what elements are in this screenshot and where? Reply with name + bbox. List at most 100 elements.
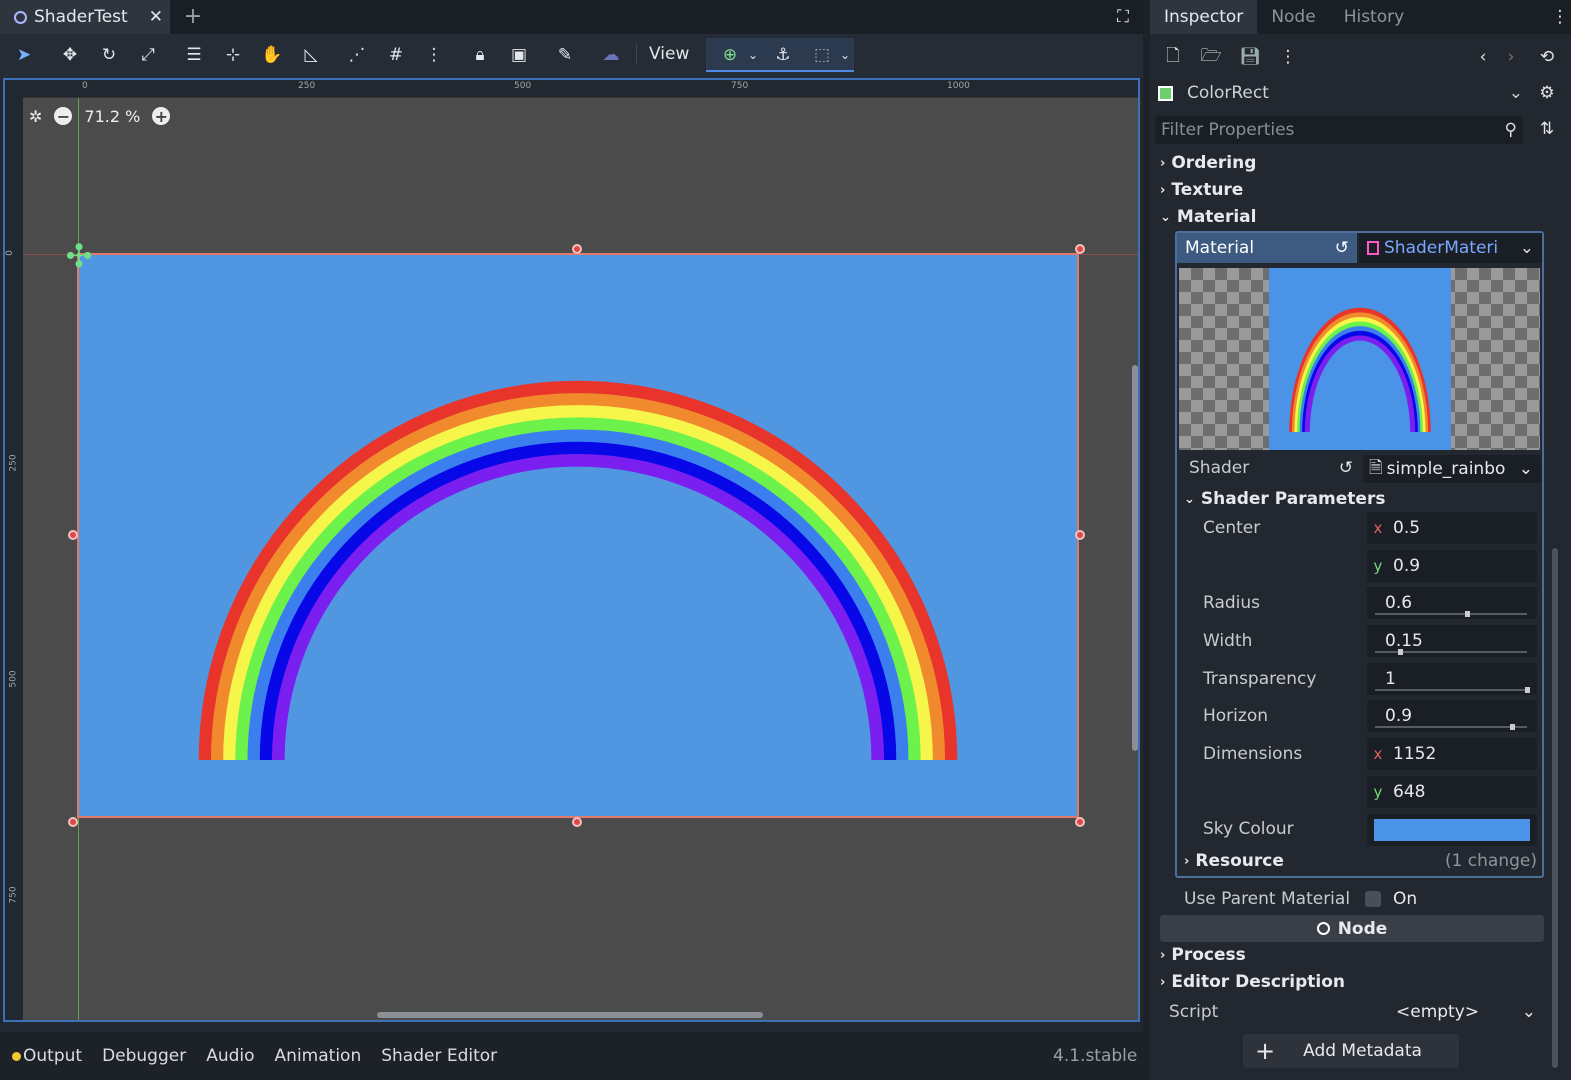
group-process[interactable]: › Process <box>1160 944 1545 966</box>
slider-knob[interactable] <box>1510 724 1515 730</box>
param-center-y-value: 0.9 <box>1393 556 1421 576</box>
vertical-scrollbar[interactable] <box>1132 365 1138 751</box>
zoom-level[interactable]: 71.2 % <box>84 107 140 126</box>
options-icon[interactable]: ⋮ <box>1275 44 1301 70</box>
group-ordering[interactable]: › Ordering <box>1160 152 1545 174</box>
tab-audio[interactable]: Audio <box>206 1046 254 1066</box>
param-horizon-slider[interactable]: 0.9 <box>1367 700 1537 732</box>
tab-shader-editor[interactable]: Shader Editor <box>381 1046 497 1066</box>
group-texture[interactable]: › Texture <box>1160 179 1545 201</box>
group-icon[interactable]: ▣ <box>505 41 533 69</box>
group-material[interactable]: ⌄ Material <box>1160 206 1545 228</box>
bottom-panel-bar: Output Debugger Audio Animation Shader E… <box>0 1032 1143 1080</box>
move-tool-icon[interactable]: ✥ <box>56 41 84 69</box>
tab-node[interactable]: Node <box>1257 7 1329 27</box>
history-icon[interactable]: ⟲ <box>1534 44 1560 70</box>
object-tools-icon[interactable]: ⚙ <box>1534 80 1560 106</box>
material-value-label: ShaderMateri <box>1384 238 1499 258</box>
colorrect-node[interactable] <box>77 253 1079 818</box>
smart-snap-icon[interactable]: ⋰ <box>343 41 371 69</box>
back-icon[interactable]: ‹ <box>1471 44 1495 70</box>
add-tab-icon[interactable]: + <box>180 3 206 29</box>
anchor-icon[interactable]: ⚓︎ <box>769 41 797 69</box>
add-metadata-button[interactable]: + Add Metadata <box>1243 1034 1459 1068</box>
list-select-icon[interactable]: ☰ <box>180 41 208 69</box>
new-resource-icon[interactable]: 🗋 <box>1160 44 1186 70</box>
resize-handle[interactable] <box>1075 530 1085 540</box>
resize-handle[interactable] <box>68 530 78 540</box>
revert-icon[interactable]: ↺ <box>1335 238 1349 258</box>
param-dimensions-x[interactable]: x 1152 <box>1367 738 1537 770</box>
resize-handle[interactable] <box>572 244 582 254</box>
rotate-tool-icon[interactable]: ↻ <box>95 41 123 69</box>
horizontal-scrollbar[interactable] <box>377 1012 763 1018</box>
kebab-menu-icon[interactable]: ⋮ <box>1550 4 1570 30</box>
close-tab-icon[interactable]: ✕ <box>149 7 163 27</box>
script-value[interactable]: <empty> ⌄ <box>1365 997 1540 1027</box>
slider-knob[interactable] <box>1465 611 1470 617</box>
node-selector[interactable]: ColorRect ⌄ <box>1158 80 1523 106</box>
tab-output[interactable]: Output <box>23 1046 82 1066</box>
resize-handle[interactable] <box>1075 817 1085 827</box>
select-tool-icon[interactable]: ➤ <box>10 41 38 69</box>
pivot-tool-icon[interactable]: ⊹ <box>219 41 247 69</box>
inspector-scrollbar[interactable] <box>1552 548 1558 1068</box>
slider-knob[interactable] <box>1525 687 1530 693</box>
save-icon[interactable]: 💾︎ <box>1237 44 1263 70</box>
snap-options-icon[interactable]: ⋮ <box>420 41 448 69</box>
filter-options-icon[interactable]: ⇅ <box>1534 116 1560 142</box>
use-parent-checkbox[interactable]: On <box>1365 889 1417 909</box>
pan-tool-icon[interactable]: ✋ <box>258 41 286 69</box>
fullscreen-icon[interactable]: ⛶ <box>1110 4 1136 30</box>
param-radius-slider[interactable]: 0.6 <box>1367 587 1537 619</box>
tab-history[interactable]: History <box>1330 7 1418 27</box>
forward-icon[interactable]: › <box>1499 44 1523 70</box>
chevron-down-icon[interactable]: ⌄ <box>831 41 859 69</box>
group-editor-description[interactable]: › Editor Description <box>1160 971 1545 993</box>
param-width-slider[interactable]: 0.15 <box>1367 625 1537 657</box>
bone-icon[interactable]: ✎ <box>551 41 579 69</box>
chevron-down-icon[interactable]: ⌄ <box>739 41 767 69</box>
colorrect-icon <box>1158 85 1173 101</box>
zoom-out-icon[interactable]: − <box>54 107 73 126</box>
scene-tab[interactable]: ShaderTest ✕ <box>0 0 170 34</box>
tab-inspector[interactable]: Inspector <box>1150 0 1258 34</box>
zoom-in-icon[interactable]: + <box>152 107 171 126</box>
resize-handle[interactable] <box>1075 244 1085 254</box>
param-transparency-slider[interactable]: 1 <box>1367 663 1537 695</box>
pivot-handle-icon[interactable]: ✣ <box>61 237 97 275</box>
resize-handle[interactable] <box>68 817 78 827</box>
center-view-icon[interactable]: ✲ <box>29 107 42 126</box>
param-center-x[interactable]: x 0.5 <box>1367 512 1537 544</box>
shader-material-icon <box>1367 241 1379 255</box>
filter-properties-field[interactable]: Filter Properties ⚲ <box>1155 116 1523 144</box>
use-parent-value: On <box>1393 889 1418 909</box>
grid-snap-icon[interactable]: # <box>382 41 410 69</box>
group-shader-parameters[interactable]: ⌄ Shader Parameters <box>1184 488 1534 510</box>
ruler-tool-icon[interactable]: ◺ <box>297 41 325 69</box>
param-sky-picker[interactable] <box>1367 814 1537 846</box>
scale-tool-icon[interactable]: ⤢ <box>134 41 162 69</box>
shader-value[interactable]: 🗎 simple_rainbo ⌄ <box>1363 455 1541 483</box>
view-menu[interactable]: View <box>636 44 689 64</box>
param-transparency-label: Transparency <box>1203 669 1317 689</box>
ruler-label: 500 <box>514 81 532 91</box>
tab-debugger[interactable]: Debugger <box>102 1046 186 1066</box>
group-resource[interactable]: › Resource (1 change) <box>1184 850 1537 872</box>
resize-handle[interactable] <box>572 817 582 827</box>
tab-animation[interactable]: Animation <box>275 1046 362 1066</box>
material-value[interactable]: ShaderMateri ⌄ <box>1359 233 1542 263</box>
ruler-vertical: 0 250 500 750 <box>5 80 23 1020</box>
slider-track <box>1375 726 1527 728</box>
lock-icon[interactable]: 🔒︎ <box>466 41 494 69</box>
cloud-icon[interactable]: ☁ <box>597 41 625 69</box>
param-dimensions-y[interactable]: y 648 <box>1367 776 1537 808</box>
material-preview <box>1179 268 1540 450</box>
param-center-y[interactable]: y 0.9 <box>1367 550 1537 582</box>
canvas-viewport[interactable]: 0 250 500 750 1000 0 250 500 750 ✲ − 71.… <box>3 78 1140 1022</box>
ruler-label: 250 <box>298 81 316 91</box>
script-value-label: <empty> <box>1396 1002 1480 1022</box>
revert-icon[interactable]: ↺ <box>1335 456 1357 480</box>
slider-knob[interactable] <box>1397 649 1403 655</box>
open-folder-icon[interactable]: 🗁 <box>1198 44 1224 70</box>
